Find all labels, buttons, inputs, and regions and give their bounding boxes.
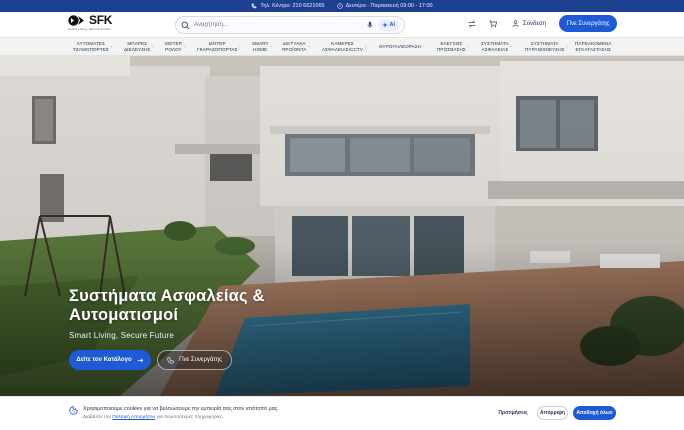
privacy-policy-link[interactable]: Πολιτική Απορρήτου [112,415,155,420]
arrow-right-icon [137,357,143,363]
search-icon [181,21,190,29]
nav-item-installation-accessories[interactable]: ΠΑΡΕΛΚΟΜΕΝΑ ΕΓΚΑΤΑΣΤΑΣΗΣ [575,41,611,52]
search-bar[interactable]: AI [175,16,405,34]
chevron-down-icon: ⌄ [109,43,113,48]
nav-item-cctv[interactable]: ΚΑΜΕΡΕΣ ΑΣΦΑΛΕΙΑΣ/CCTV ⌄ [322,41,367,52]
hero-house-image [0,56,684,396]
logo[interactable]: SFK Smart Living, Secure Future [68,13,113,31]
chevron-down-icon: ⌄ [238,43,242,48]
user-icon [512,20,519,27]
chevron-down-icon: ⌄ [565,43,569,48]
nav-item-garage-motors[interactable]: ΜΟΤΕΡ ΓΚΑΡΑΖΟΠΟΡΤΑΣ ⌄ [197,41,242,52]
cookie-preferences-button[interactable]: Προτιμήσεις [494,406,532,420]
chevron-down-icon: ⌄ [269,43,273,48]
search-input[interactable] [194,22,364,28]
cookie-text: Χρησιμοποιούμε cookies για να βελτιώσουμ… [83,406,279,412]
nav-item-fire-detection[interactable]: ΣΥΣΤΗΜΑΤΑ ΠΥΡΑΝΙΧΝΕΥΣΗΣ ⌄ [525,41,569,52]
compare-icon [468,20,476,28]
logo-mark-icon [68,15,84,26]
hero-subtitle: Smart Living, Secure Future [69,331,174,340]
phone-icon [167,356,174,364]
hours-info: Δευτέρα - Παρασκευή 09:00 - 17:00 [336,3,433,9]
hero-banner: Συστήματα Ασφαλείας & Αυτοματισμοί Smart… [0,56,684,396]
chevron-down-icon: ⌄ [364,43,368,48]
clock-icon [336,3,343,9]
phone-info[interactable]: Τηλ. Κέντρο: 210 6621065 [251,3,325,9]
login-label: Σύνδεση [523,20,547,27]
cookie-subtext: Διαβάστε την Πολιτική Απορρήτου για περι… [83,415,224,420]
cookie-accept-button[interactable]: Αποδοχή όλων [573,406,616,420]
nav-item-video-intercom[interactable]: ΘΥΡΟΤΗΛΕΟΡΑΣΗ ⌄ [379,44,425,50]
chevron-down-icon: ⌄ [509,43,513,48]
announcement-bar: Τηλ. Κέντρο: 210 6621065 Δευτέρα - Παρασ… [0,0,684,12]
logo-tagline: Smart Living, Secure Future [68,27,111,31]
nav-item-roller-motors[interactable]: ΜΟΤΕΡ ΡΟΛΟΥ ⌄ [165,41,186,52]
nav-item-network-products[interactable]: ΔΙΚΤΥΑΚΑ ΠΡΟΪΟΝΤΑ ⌄ [282,41,311,52]
nav-item-barriers[interactable]: ΜΠΑΡΕΣ ΔΙΕΛΕΥΣΗΣ ⌄ [124,41,155,52]
nav-item-automatic-doors[interactable]: ΑΥΤΟΜΑΤΕΣ ΤΖΑΜΟΠΟΡΤΕΣ ⌄ [73,41,113,52]
hero-partner-button[interactable]: Γίνε Συνεργάτης [157,350,232,370]
chevron-down-icon: ⌄ [422,44,426,48]
cookie-banner: Χρησιμοποιούμε cookies για να βελτιώσουμ… [0,396,684,430]
nav-item-access-control[interactable]: ΕΛΕΓΧΟΣ ΠΡΟΣΒΑΣΗΣ ⌄ [437,41,470,52]
cookie-reject-button[interactable]: Απόρριψη [537,406,568,420]
view-catalog-label: Δείτε τον Κατάλογο [76,357,132,363]
category-nav: ΑΥΤΟΜΑΤΕΣ ΤΖΑΜΟΠΟΡΤΕΣ ⌄ ΜΠΑΡΕΣ ΔΙΕΛΕΥΣΗΣ ⌄ Μ… [0,37,684,56]
sparkle-icon [381,22,388,28]
ai-search-button[interactable]: AI [377,19,399,31]
hours-text: Δευτέρα - Παρασκευή 09:00 - 17:00 [345,3,433,9]
nav-item-security-systems[interactable]: ΣΥΣΤΗΜΑΤΑ ΑΣΦΑΛΕΙΑΣ ⌄ [481,41,513,52]
chevron-down-icon: ⌄ [182,43,186,48]
phone-icon [251,3,257,9]
chevron-down-icon: ⌄ [151,43,155,48]
cart-button[interactable] [488,19,498,29]
chevron-down-icon: ⌄ [307,43,311,48]
cookie-icon [69,406,78,415]
view-catalog-button[interactable]: Δείτε τον Κατάλογο [69,350,151,370]
site-header: SFK Smart Living, Secure Future AI Σύνδε… [0,12,684,37]
phone-text: Τηλ. Κέντρο: 210 6621065 [260,3,325,9]
login-link[interactable]: Σύνδεση [512,20,546,27]
cart-icon [489,20,497,28]
logo-text: SFK [89,13,113,27]
ai-label: AI [389,22,396,28]
compare-button[interactable] [467,19,477,29]
hero-partner-label: Γίνε Συνεργάτης [178,357,223,363]
microphone-icon[interactable] [366,21,374,29]
become-partner-button[interactable]: Γίνε Συνεργάτης [559,15,617,32]
chevron-down-icon: ⌄ [466,43,470,48]
nav-item-smart-home[interactable]: SMART HOME ⌄ [252,41,273,52]
hero-title: Συστήματα Ασφαλείας & Αυτοματισμοί [69,287,265,324]
